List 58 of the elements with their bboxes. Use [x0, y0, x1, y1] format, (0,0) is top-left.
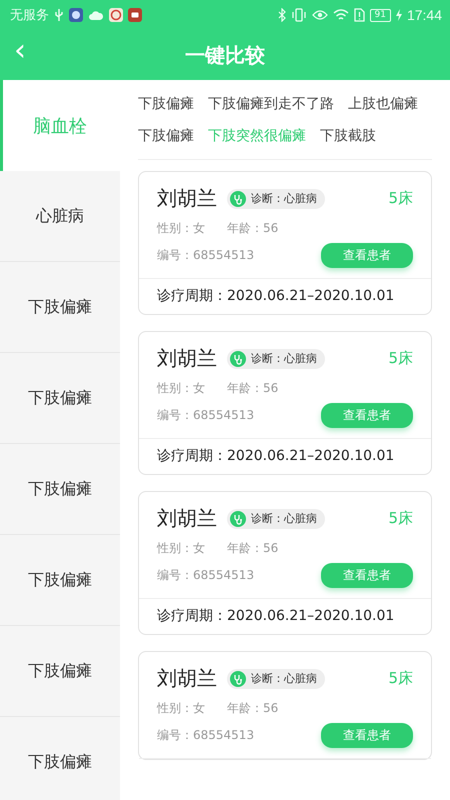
age-text: 年龄：56 — [227, 700, 278, 717]
charging-icon — [396, 9, 402, 21]
carrier-text: 无服务 — [10, 7, 49, 24]
app-icon — [109, 8, 123, 22]
diagnosis-text: 诊断：心脏病 — [251, 191, 317, 206]
diagnosis-text: 诊断：心脏病 — [251, 351, 317, 366]
app-icon — [128, 8, 142, 22]
bluetooth-icon — [278, 8, 286, 22]
gender-text: 性别：女 — [157, 540, 205, 557]
bed-number: 5床 — [388, 669, 413, 688]
tag-option[interactable]: 下肢偏瘫 — [138, 128, 194, 145]
tag-option[interactable]: 下肢偏瘫 — [138, 96, 194, 113]
gender-text: 性别：女 — [157, 220, 205, 237]
gender-text: 性别：女 — [157, 380, 205, 397]
category-item[interactable]: 下肢偏瘫 — [0, 444, 120, 535]
category-item[interactable]: 下肢偏瘫 — [0, 535, 120, 626]
bed-number: 5床 — [388, 509, 413, 528]
bed-number: 5床 — [388, 349, 413, 368]
patient-number: 编号：68554513 — [157, 407, 254, 424]
sim-icon — [354, 8, 364, 22]
category-item[interactable]: 下肢偏瘫 — [0, 717, 120, 800]
diagnosis-text: 诊断：心脏病 — [251, 511, 317, 526]
app-icon — [69, 8, 83, 22]
patient-number: 编号：68554513 — [157, 247, 254, 264]
category-item[interactable]: 下肢偏瘫 — [0, 262, 120, 353]
category-item[interactable]: 心脏病 — [0, 171, 120, 262]
stethoscope-icon — [230, 350, 246, 366]
age-text: 年龄：56 — [227, 540, 278, 557]
patient-name: 刘胡兰 — [157, 185, 217, 212]
wifi-icon — [332, 9, 348, 21]
battery-level: 91 — [370, 8, 391, 22]
category-item[interactable]: 下肢偏瘫 — [0, 353, 120, 444]
stethoscope-icon — [230, 670, 246, 686]
usb-icon — [54, 8, 64, 22]
page-title: 一键比较 — [185, 42, 265, 69]
tag-option[interactable]: 上肢也偏瘫 — [348, 96, 418, 113]
patient-name: 刘胡兰 — [157, 505, 217, 532]
tag-option[interactable]: 下肢截肢 — [320, 128, 376, 145]
patient-name: 刘胡兰 — [157, 345, 217, 372]
vibrate-icon — [290, 8, 306, 22]
gender-text: 性别：女 — [157, 700, 205, 717]
stethoscope-icon — [230, 190, 246, 206]
patient-number: 编号：68554513 — [157, 727, 254, 744]
cloud-icon — [88, 10, 104, 20]
clock-time: 17:44 — [406, 7, 442, 23]
bed-number: 5床 — [388, 189, 413, 208]
patient-number: 编号：68554513 — [157, 567, 254, 584]
category-item[interactable]: 下肢偏瘫 — [0, 626, 120, 717]
patient-name: 刘胡兰 — [157, 665, 217, 692]
diagnosis-text: 诊断：心脏病 — [251, 671, 317, 686]
stethoscope-icon — [230, 510, 246, 526]
treatment-period: 诊疗周期：2020.06.21–2020.10.01 — [156, 287, 396, 306]
age-text: 年龄：56 — [227, 380, 278, 397]
treatment-period: 诊疗周期：2020.06.21–2020.10.01 — [156, 447, 396, 466]
age-text: 年龄：56 — [227, 220, 278, 237]
treatment-period: 诊疗周期：2020.06.21–2020.10.01 — [156, 607, 396, 626]
tag-option[interactable]: 下肢偏瘫到走不了路 — [208, 96, 334, 113]
eye-icon — [312, 9, 328, 21]
